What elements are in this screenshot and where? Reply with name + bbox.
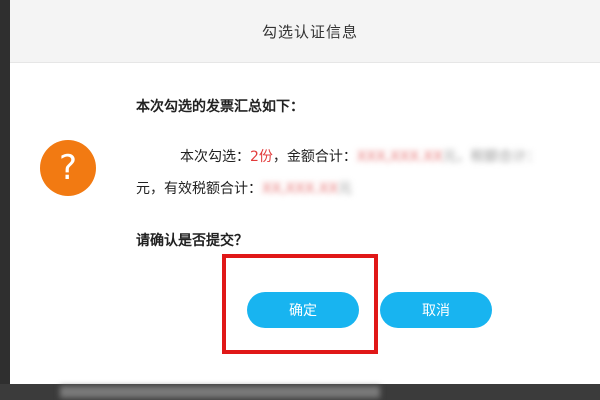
cancel-button[interactable]: 取消 [380, 292, 492, 328]
effective-tax-value: XX,XXX.XX [262, 181, 339, 197]
tax-label: 元，税额合计： [442, 149, 541, 165]
summary-heading: 本次勾选的发票汇总如下： [136, 99, 304, 115]
amount-label: ，金额合计： [272, 149, 357, 165]
summary-line-1: 本次勾选：2份，金额合计：XXX,XXX.XX元，税额合计： [180, 146, 541, 166]
question-icon: ? [40, 140, 96, 196]
dialog-title-bar: 勾选认证信息 [10, 0, 600, 63]
count-prefix: 本次勾选： [180, 149, 250, 165]
amount-value: XXX,XXX.XX [356, 149, 443, 165]
count-value: 2份 [250, 149, 273, 165]
background-blurred-text [60, 386, 380, 398]
tax-unit: 元 [338, 181, 353, 197]
dialog-title: 勾选认证信息 [261, 22, 358, 41]
confirm-question: 请确认是否提交？ [136, 233, 248, 249]
highlight-box [222, 254, 378, 354]
summary-line-2: 元，有效税额合计：XX,XXX.XX元 [136, 178, 352, 198]
effective-tax-label: 元，有效税额合计： [136, 181, 262, 197]
